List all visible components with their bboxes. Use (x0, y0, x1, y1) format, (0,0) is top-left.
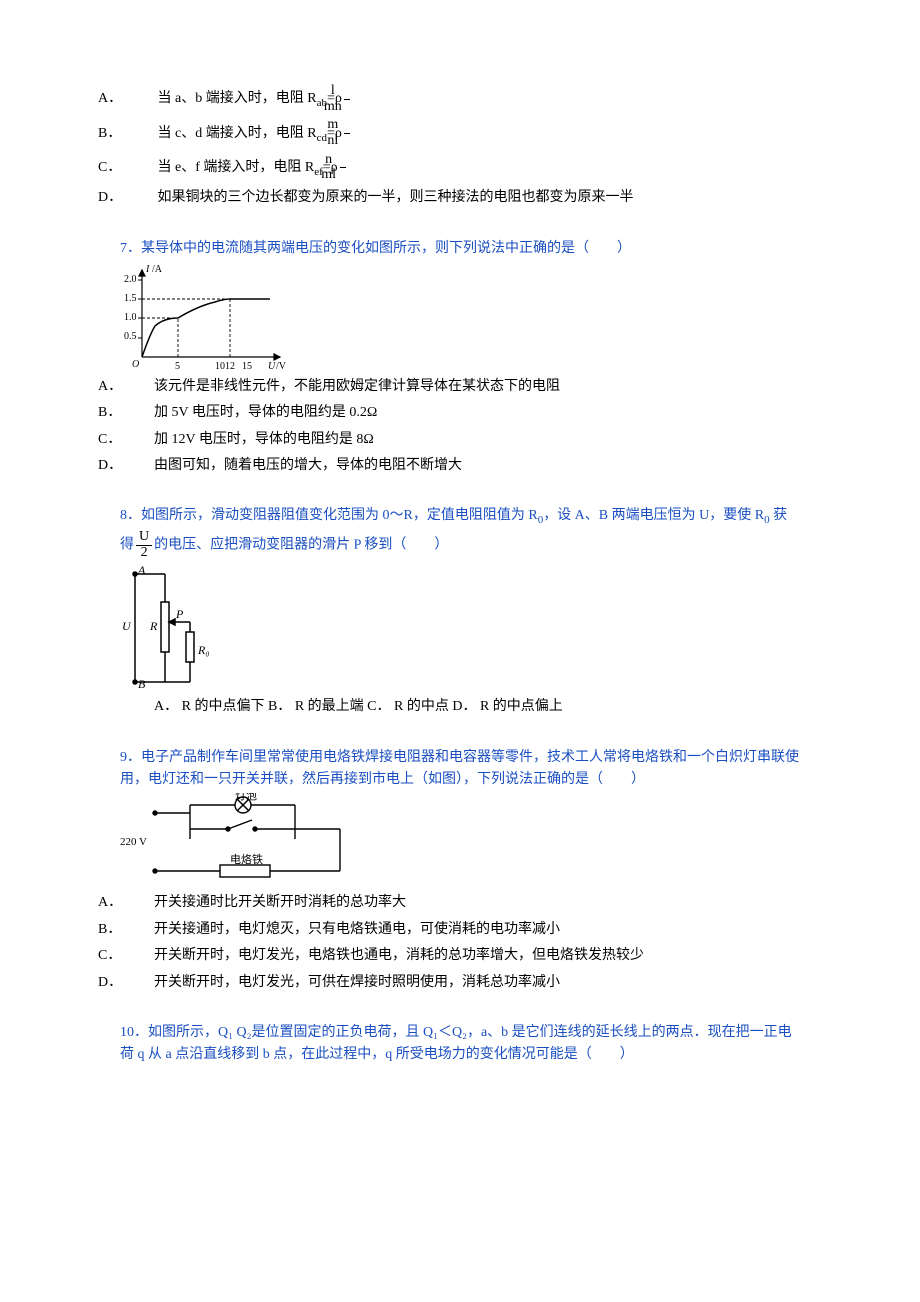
q7-stem: 7．某导体中的电流随其两端电压的变化如图所示，则下列说法中正确的是（ ） (120, 238, 800, 260)
svg-text:A: A (137, 563, 146, 577)
option-letter: D． (126, 972, 154, 994)
svg-text:P: P (175, 607, 184, 621)
q8-circuit-diagram: A B U R P R₀ (120, 562, 800, 692)
q9-option-A: A．开关接通时比开关断开时消耗的总功率大 (120, 892, 800, 914)
q7-option-A: A．该元件是非线性元件，不能用欧姆定律计算导体在某状态下的电阻 (120, 376, 800, 398)
q7-option-C: C．加 12V 电压时，导体的电阻约是 8Ω (120, 429, 800, 451)
svg-text:1.5: 1.5 (124, 293, 137, 304)
svg-text:1012: 1012 (215, 361, 235, 372)
q6-option-D: D． 如果铜块的三个边长都变为原来的一半，则三种接法的电阻也都变为原来一半 (120, 187, 800, 209)
option-letter: D． (126, 187, 154, 209)
option-text: 加 5V 电压时，导体的电阻约是 0.2Ω (154, 405, 377, 420)
q8-options: A． R 的中点偏下 B． R 的最上端 C． R 的中点 D． R 的中点偏上 (120, 696, 800, 718)
option-text: 该元件是非线性元件，不能用欧姆定律计算导体在某状态下的电阻 (154, 379, 560, 394)
option-letter: C． (126, 429, 154, 451)
q8-option-B: B． R 的最上端 (268, 699, 364, 714)
svg-text:B: B (138, 677, 146, 691)
option-text: 开关接通时比开关断开时消耗的总功率大 (154, 895, 406, 910)
option-letter: A． (126, 376, 154, 398)
option-letter: D． (126, 455, 154, 477)
q7-iv-chart: I/A U/V 2.0 1.5 1.0 0.5 O 5 1012 15 (120, 262, 800, 372)
q6-option-A: A． 当 a、b 端接入时，电阻 Rab=ρlmn (120, 84, 800, 114)
svg-text:/A: /A (152, 264, 163, 275)
q9-option-C: C．开关断开时，电灯发光，电烙铁也通电，消耗的总功率增大，但电烙铁发热较少 (120, 945, 800, 967)
option-text: 开关断开时，电灯发光，可供在焊接时照明使用，消耗总功率减小 (154, 975, 560, 990)
q6-option-C: C． 当 e、f 端接入时，电阻 Ref=ρnml (120, 153, 800, 183)
option-text: 当 a、b 端接入时，电阻 Rab=ρlmn (158, 91, 352, 106)
q6-option-B: B． 当 c、d 端接入时，电阻 Rcd=ρmnl (120, 118, 800, 148)
option-text: 开关断开时，电灯发光，电烙铁也通电，消耗的总功率增大，但电烙铁发热较少 (154, 948, 644, 963)
option-text: 加 12V 电压时，导体的电阻约是 8Ω (154, 432, 374, 447)
option-letter: B． (126, 123, 154, 145)
option-letter: A． (126, 892, 154, 914)
q9-circuit-diagram: 灯泡 电烙铁 220 V (120, 793, 800, 888)
q9-option-D: D．开关断开时，电灯发光，可供在焊接时照明使用，消耗总功率减小 (120, 972, 800, 994)
svg-text:电烙铁: 电烙铁 (230, 852, 263, 866)
svg-text:220 V: 220 V (120, 836, 147, 848)
option-text: 当 c、d 端接入时，电阻 Rcd=ρmnl (158, 126, 352, 141)
svg-text:2.0: 2.0 (124, 274, 137, 285)
q7-option-B: B．加 5V 电压时，导体的电阻约是 0.2Ω (120, 402, 800, 424)
svg-text:15: 15 (242, 361, 252, 372)
svg-text:R₀: R₀ (197, 643, 210, 657)
svg-text:5: 5 (175, 361, 180, 372)
q8-option-C: C． R 的中点 (367, 699, 449, 714)
option-letter: C． (126, 945, 154, 967)
option-text: 当 e、f 端接入时，电阻 Ref=ρnml (158, 160, 348, 175)
svg-text:灯泡: 灯泡 (235, 793, 257, 802)
q9-stem: 9．电子产品制作车间里常常使用电烙铁焊接电阻器和电容器等零件，技术工人常将电烙铁… (120, 747, 800, 792)
q8-option-A: A． R 的中点偏下 (154, 699, 264, 714)
q8-option-D: D． R 的中点偏上 (452, 699, 562, 714)
svg-text:1.0: 1.0 (124, 312, 137, 323)
option-letter: C． (126, 157, 154, 179)
option-text: 开关接通时，电灯熄灭，只有电烙铁通电，可使消耗的电功率减小 (154, 922, 560, 937)
svg-text:U: U (122, 619, 132, 633)
q7-option-D: D．由图可知，随着电压的增大，导体的电阻不断增大 (120, 455, 800, 477)
svg-text:I: I (145, 264, 150, 275)
svg-text:U: U (268, 361, 276, 372)
option-letter: B． (126, 402, 154, 424)
svg-text:R: R (149, 619, 158, 633)
option-letter: A． (126, 88, 154, 110)
svg-text:0.5: 0.5 (124, 331, 137, 342)
option-text: 由图可知，随着电压的增大，导体的电阻不断增大 (154, 458, 462, 473)
q10-stem: 10．如图所示，Q₁ Q₂是位置固定的正负电荷，且 Q₁＜Q₂，a、b 是它们连… (120, 1022, 800, 1067)
svg-text:/V: /V (276, 361, 287, 372)
option-text: 如果铜块的三个边长都变为原来的一半，则三种接法的电阻也都变为原来一半 (158, 190, 634, 205)
option-letter: B． (126, 919, 154, 941)
q8-stem: 8．如图所示，滑动变阻器阻值变化范围为 0～R，定值电阻阻值为 R0，设 A、B… (120, 505, 800, 560)
q9-option-B: B．开关接通时，电灯熄灭，只有电烙铁通电，可使消耗的电功率减小 (120, 919, 800, 941)
svg-text:O: O (132, 359, 139, 370)
